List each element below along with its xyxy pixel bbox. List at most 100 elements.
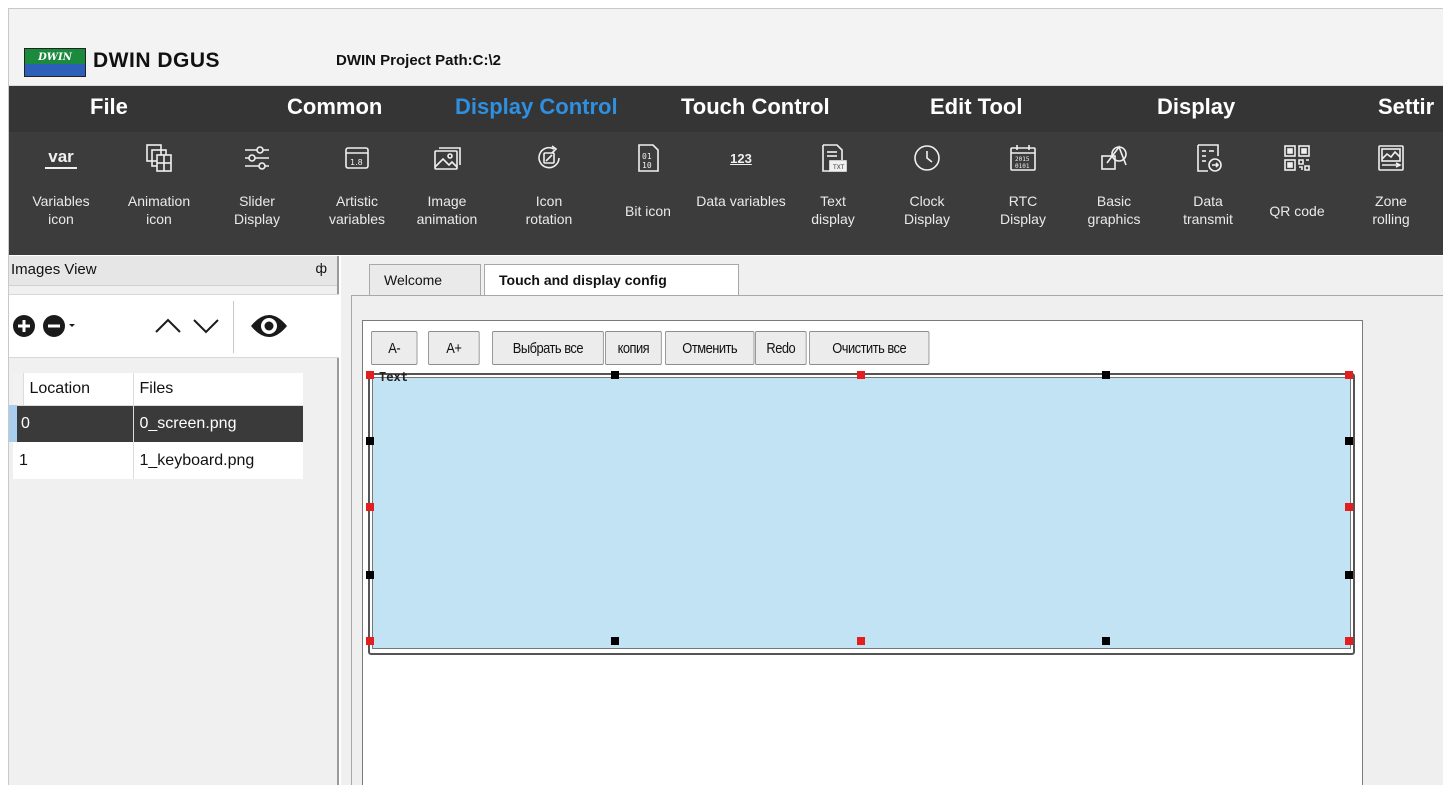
tool-image-animation[interactable]: Image animation bbox=[411, 132, 483, 255]
tool-animation-icon[interactable]: Animation icon bbox=[127, 132, 191, 255]
bit-icon: 01 10 bbox=[632, 142, 664, 174]
resize-handle[interactable] bbox=[1345, 503, 1353, 511]
menu-file[interactable]: File bbox=[90, 94, 128, 120]
table-row[interactable]: 1 1_keyboard.png bbox=[13, 442, 303, 479]
tool-data-transmit[interactable]: Data transmit bbox=[1174, 132, 1242, 255]
var-icon: var bbox=[45, 142, 77, 174]
resize-handle[interactable] bbox=[366, 637, 374, 645]
column-header-files[interactable]: Files bbox=[133, 373, 303, 406]
tool-label: Variables icon bbox=[32, 193, 90, 227]
resize-handle[interactable] bbox=[857, 371, 865, 379]
work-area: Welcome Touch and display config A- A+ В… bbox=[341, 256, 1443, 785]
tool-icon-rotation[interactable]: Icon rotation bbox=[517, 132, 581, 255]
pin-icon[interactable]: ф bbox=[315, 260, 327, 276]
tool-text-display[interactable]: TXT Text display bbox=[801, 132, 865, 255]
tab-touch-and-display-config[interactable]: Touch and display config bbox=[484, 264, 739, 298]
redo-button[interactable]: Redo bbox=[755, 331, 807, 365]
tool-basic-graphics[interactable]: Basic graphics bbox=[1080, 132, 1148, 255]
tool-slider-display[interactable]: Slider Display bbox=[229, 132, 285, 255]
tool-label: Animation icon bbox=[127, 193, 191, 227]
remove-image-button[interactable] bbox=[41, 313, 67, 339]
add-image-button[interactable] bbox=[11, 313, 37, 339]
title-bar: DWIN DWIN DGUS DWIN Project Path:C:\2 bbox=[9, 9, 1443, 86]
project-path: DWIN Project Path:C:\2 bbox=[336, 52, 502, 69]
cell-location[interactable]: 0 bbox=[9, 405, 134, 442]
chevron-down-icon bbox=[69, 324, 75, 327]
resize-handle[interactable] bbox=[1345, 571, 1353, 579]
resize-handle[interactable] bbox=[366, 503, 374, 511]
copy-button[interactable]: копия bbox=[605, 331, 662, 365]
resize-handle[interactable] bbox=[857, 637, 865, 645]
resize-handle[interactable] bbox=[611, 371, 619, 379]
images-view-toolbar bbox=[9, 294, 339, 358]
menu-common[interactable]: Common bbox=[287, 94, 382, 120]
minus-circle-icon bbox=[43, 315, 65, 337]
clock-icon bbox=[911, 142, 943, 174]
resize-handle[interactable] bbox=[366, 571, 374, 579]
preview-toggle-button[interactable] bbox=[247, 309, 291, 343]
ribbon-menu: File Common Display Control Touch Contro… bbox=[9, 86, 1443, 132]
tool-label: Data transmit bbox=[1183, 193, 1233, 227]
resize-handle[interactable] bbox=[1345, 637, 1353, 645]
menu-touch-control[interactable]: Touch Control bbox=[681, 94, 830, 120]
menu-display[interactable]: Display bbox=[1157, 94, 1235, 120]
move-down-button[interactable] bbox=[189, 311, 223, 341]
tool-qr-code[interactable]: QR code bbox=[1261, 132, 1333, 255]
icon-rotation-icon bbox=[533, 142, 565, 174]
menu-settings[interactable]: Settir bbox=[1378, 94, 1434, 120]
rtc-icon: 2015 0101 bbox=[1007, 142, 1039, 174]
tool-label: QR code bbox=[1269, 203, 1325, 219]
data-variables-icon: 123 bbox=[730, 150, 752, 166]
resize-handle[interactable] bbox=[366, 437, 374, 445]
column-header-location[interactable]: Location bbox=[23, 373, 134, 406]
app-title: DWIN DGUS bbox=[93, 49, 220, 72]
tool-clock-display[interactable]: Clock Display bbox=[895, 132, 959, 255]
svg-text:0101: 0101 bbox=[1015, 163, 1030, 170]
tool-label: Data variables bbox=[696, 193, 786, 209]
dwin-dgus-window: DWIN DWIN DGUS DWIN Project Path:C:\2 Fi… bbox=[8, 8, 1443, 785]
move-up-button[interactable] bbox=[151, 311, 185, 341]
tool-data-variables[interactable]: 123 Data variables bbox=[696, 132, 786, 255]
select-all-button[interactable]: Выбрать все bbox=[492, 331, 604, 365]
resize-handle[interactable] bbox=[366, 371, 374, 379]
row-header-corner bbox=[13, 373, 24, 406]
resize-handle[interactable] bbox=[1102, 371, 1110, 379]
menu-edit-tool[interactable]: Edit Tool bbox=[930, 94, 1022, 120]
tool-zone-rolling[interactable]: Zone rolling bbox=[1363, 132, 1419, 255]
tool-label: Slider Display bbox=[234, 193, 280, 227]
tool-artistic-variables[interactable]: 1.8 Artistic variables bbox=[321, 132, 393, 255]
resize-handle[interactable] bbox=[1345, 437, 1353, 445]
chevron-up-icon bbox=[155, 318, 181, 333]
clear-all-button[interactable]: Очистить все bbox=[809, 331, 930, 365]
tool-variables-icon[interactable]: var Variables icon bbox=[29, 132, 93, 255]
text-editor[interactable]: Text bbox=[366, 370, 1355, 655]
tool-bit-icon[interactable]: 01 10 Bit icon bbox=[612, 132, 684, 255]
table-header-row: Location Files bbox=[13, 373, 303, 406]
tool-label: Zone rolling bbox=[1372, 193, 1410, 227]
resize-handle[interactable] bbox=[611, 637, 619, 645]
remove-dropdown-arrow[interactable] bbox=[67, 319, 77, 331]
cell-file[interactable]: 0_screen.png bbox=[133, 405, 303, 442]
font-increase-button[interactable]: A+ bbox=[428, 331, 480, 365]
tool-rtc-display[interactable]: 2015 0101 RTC Display bbox=[991, 132, 1055, 255]
image-animation-icon bbox=[431, 142, 463, 174]
cell-file[interactable]: 1_keyboard.png bbox=[133, 442, 303, 479]
cell-location[interactable]: 1 bbox=[13, 442, 134, 479]
resize-handle[interactable] bbox=[1345, 371, 1353, 379]
qr-code-icon bbox=[1281, 142, 1313, 174]
undo-button[interactable]: Отменить bbox=[665, 331, 755, 365]
images-view-panel: Images View ф Location Files 0 0_screen.… bbox=[9, 256, 339, 785]
tab-welcome[interactable]: Welcome bbox=[369, 264, 481, 296]
display-control-toolbar: var Variables icon Animation icon Slider… bbox=[9, 132, 1443, 255]
text-display-icon: TXT bbox=[817, 142, 849, 174]
resize-handle[interactable] bbox=[1102, 637, 1110, 645]
font-decrease-button[interactable]: A- bbox=[371, 331, 418, 365]
text-control-area[interactable]: Text bbox=[372, 370, 1351, 649]
data-transmit-icon bbox=[1192, 142, 1224, 174]
basic-graphics-icon bbox=[1098, 142, 1130, 174]
table-row[interactable]: 0 0_screen.png bbox=[9, 405, 303, 442]
animation-icon bbox=[143, 142, 175, 174]
plus-circle-icon bbox=[13, 315, 35, 337]
menu-display-control[interactable]: Display Control bbox=[455, 94, 618, 120]
eye-icon bbox=[251, 315, 287, 337]
